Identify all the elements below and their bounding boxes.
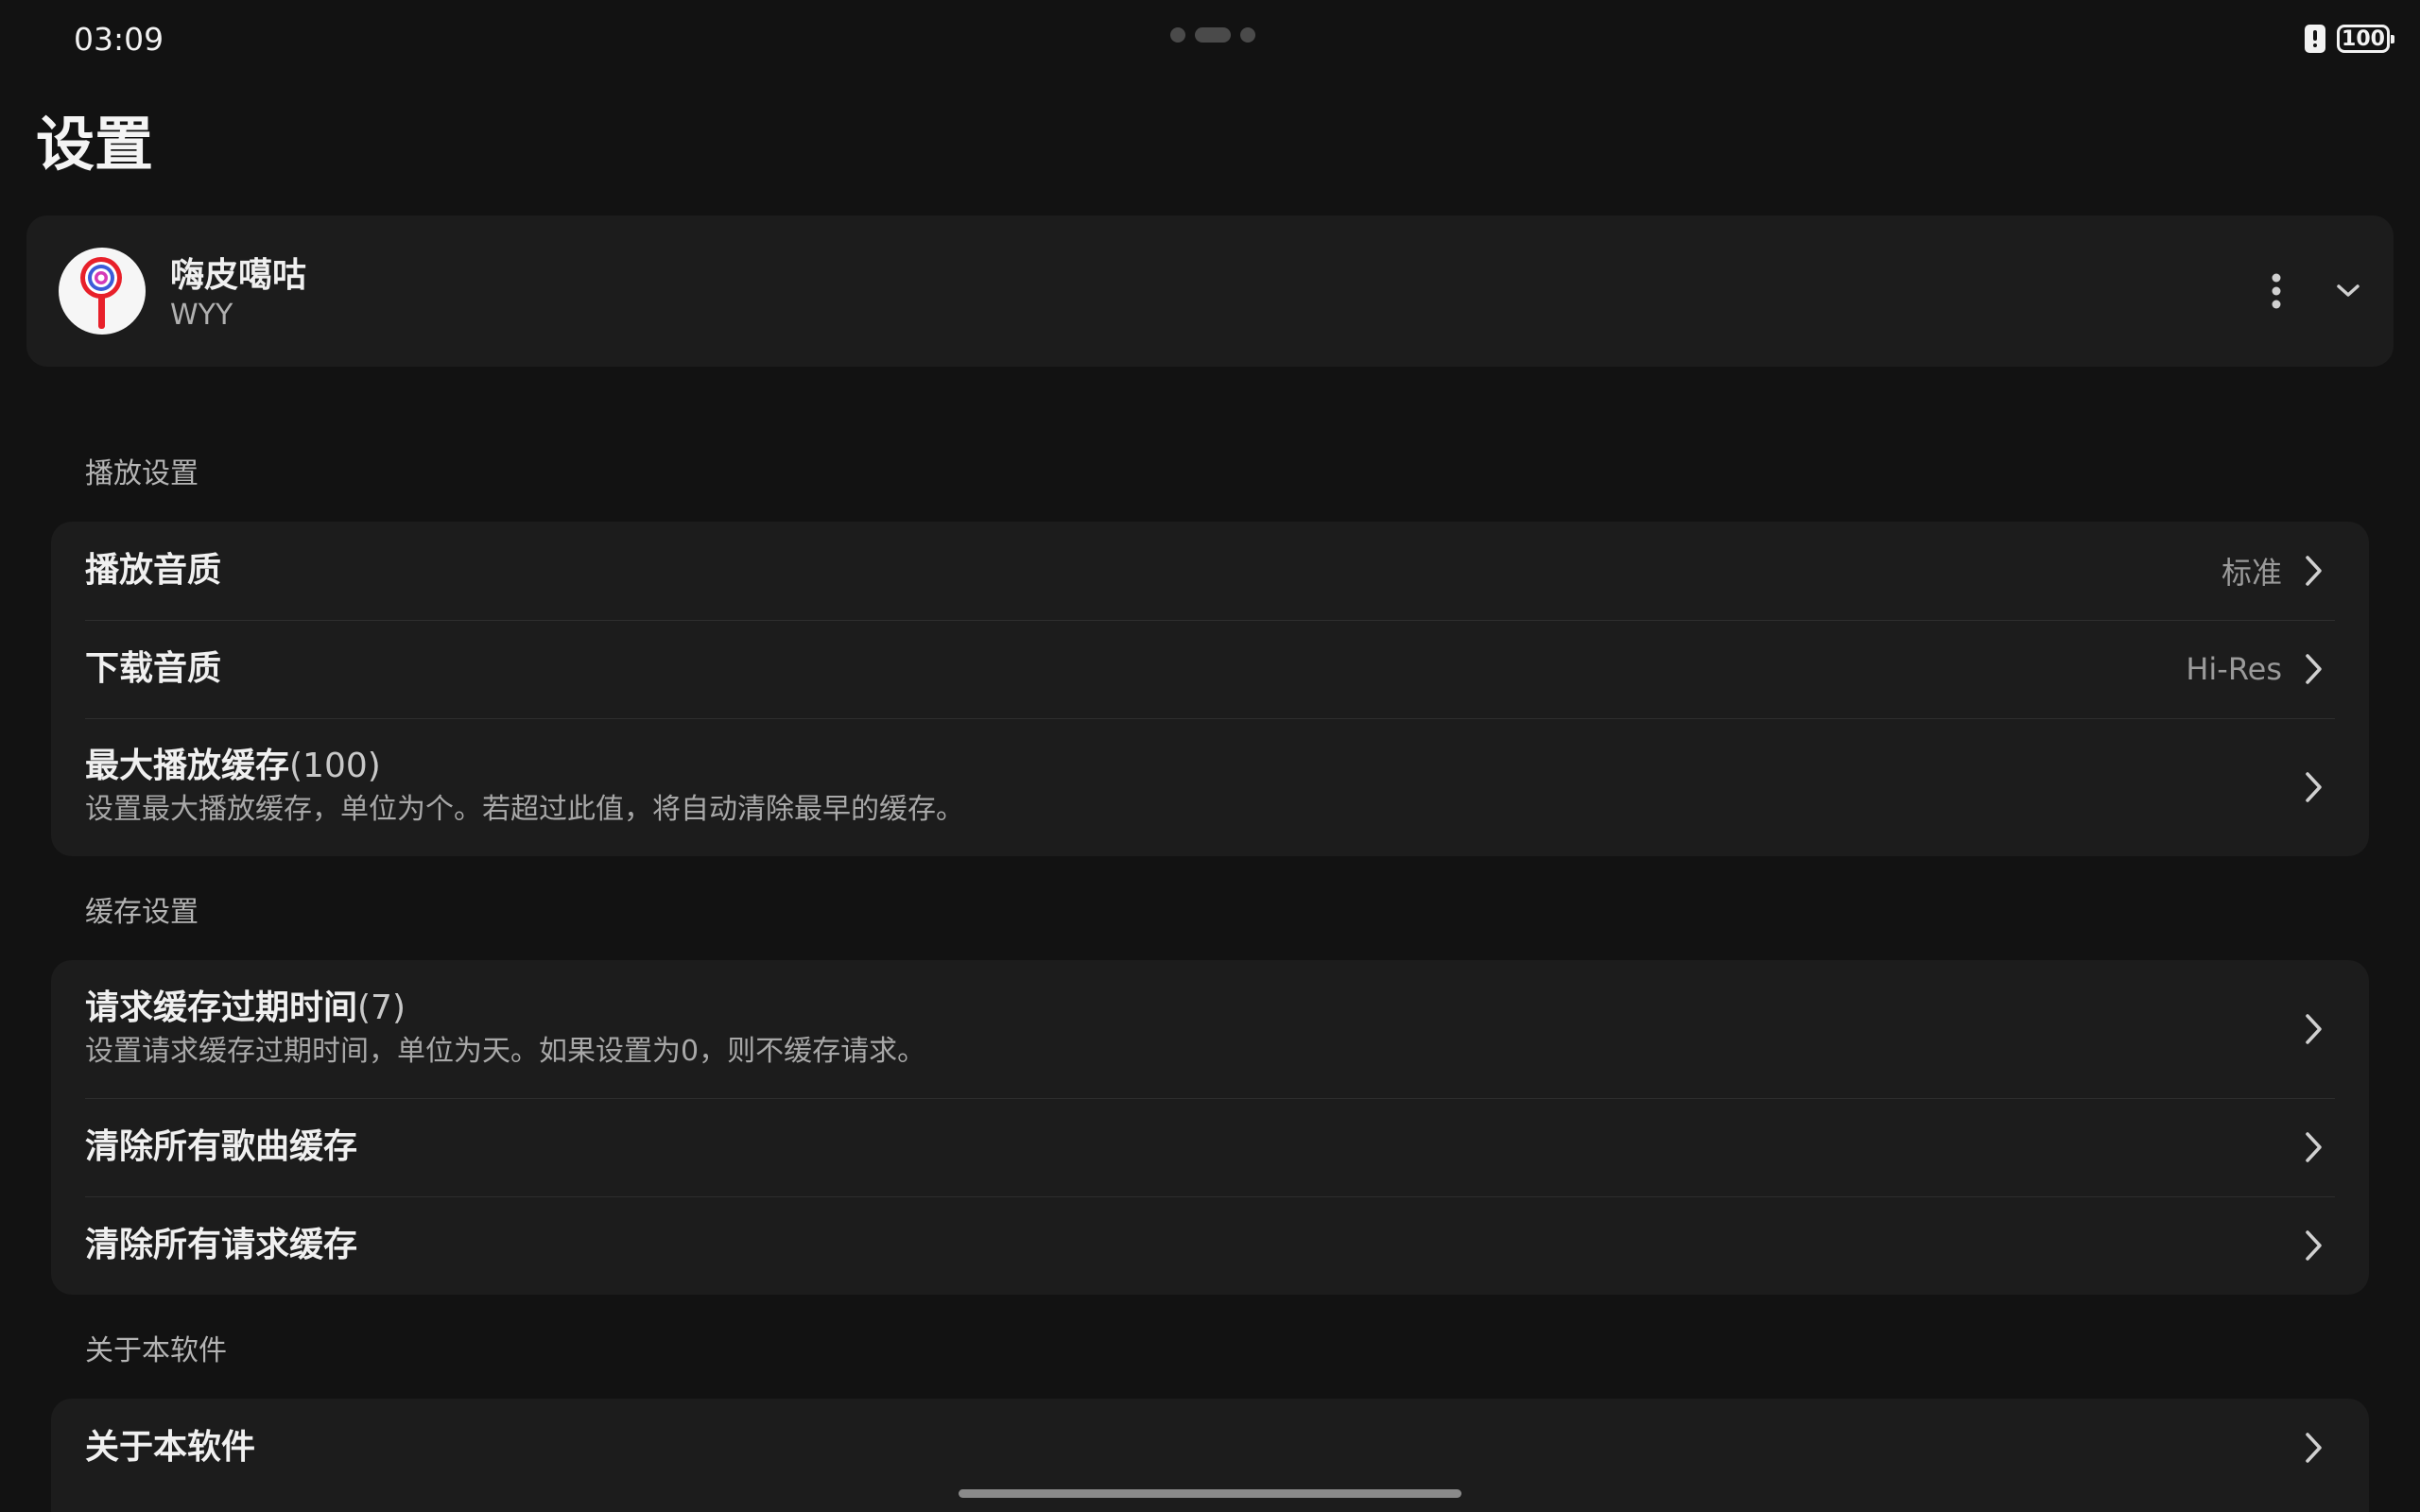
- home-indicator[interactable]: [959, 1489, 1461, 1498]
- setting-max-play-cache[interactable]: 最大播放缓存(100) 设置最大播放缓存，单位为个。若超过此值，将自动清除最早的…: [51, 718, 2369, 856]
- battery-level: 100: [2342, 26, 2385, 51]
- section-label-playback: 播放设置: [85, 457, 199, 490]
- setting-description: 设置最大播放缓存，单位为个。若超过此值，将自动清除最早的缓存。: [85, 793, 964, 826]
- settings-screen: 03:09 100 设置 嗨皮噶咕 WYY 播放设置 播放音质 标准 下载音质 …: [0, 0, 2420, 1512]
- avatar[interactable]: [59, 248, 146, 335]
- alert-icon: [2305, 25, 2325, 53]
- setting-title: 播放音质: [85, 551, 222, 590]
- cache-settings-group: 请求缓存过期时间(7) 设置请求缓存过期时间，单位为天。如果设置为0，则不缓存请…: [51, 960, 2369, 1295]
- setting-playback-quality[interactable]: 播放音质 标准: [51, 522, 2369, 620]
- chevron-right-icon: [2295, 1010, 2333, 1048]
- setting-about-app[interactable]: 关于本软件: [51, 1399, 2369, 1497]
- more-options-button[interactable]: [2250, 265, 2303, 318]
- lollipop-icon: [80, 257, 122, 329]
- camera-lens: [1195, 27, 1231, 43]
- account-card[interactable]: 嗨皮噶咕 WYY: [26, 215, 2394, 367]
- battery-icon: 100: [2337, 25, 2394, 53]
- chevron-right-icon: [2295, 768, 2333, 806]
- section-label-cache: 缓存设置: [85, 896, 199, 929]
- section-label-about: 关于本软件: [85, 1334, 227, 1367]
- chevron-down-icon: [2337, 284, 2360, 297]
- chevron-right-icon: [2295, 1429, 2333, 1467]
- camera-dot-right: [1240, 27, 1255, 43]
- setting-clear-request-cache[interactable]: 清除所有请求缓存: [51, 1196, 2369, 1295]
- setting-title: 下载音质: [85, 649, 222, 688]
- setting-title: 请求缓存过期时间: [85, 988, 358, 1027]
- setting-title: 清除所有请求缓存: [85, 1226, 358, 1264]
- setting-clear-song-cache[interactable]: 清除所有歌曲缓存: [51, 1098, 2369, 1196]
- chevron-right-icon: [2295, 650, 2333, 688]
- account-id: WYY: [170, 299, 233, 332]
- camera-cutout: [1170, 26, 1255, 43]
- chevron-right-icon: [2295, 1128, 2333, 1166]
- setting-value: 标准: [2221, 555, 2282, 591]
- setting-param: (7): [357, 988, 406, 1027]
- chevron-right-icon: [2295, 1227, 2333, 1264]
- page-title: 设置: [36, 110, 154, 179]
- status-bar: 03:09 100: [0, 0, 2420, 81]
- setting-title: 清除所有歌曲缓存: [85, 1127, 358, 1166]
- setting-title: 最大播放缓存: [85, 747, 290, 785]
- expand-account-button[interactable]: [2322, 265, 2375, 318]
- setting-title: 关于本软件: [85, 1428, 256, 1467]
- account-name: 嗨皮噶咕: [170, 256, 307, 295]
- setting-description: 设置请求缓存过期时间，单位为天。如果设置为0，则不缓存请求。: [85, 1035, 926, 1068]
- setting-request-cache-expiry[interactable]: 请求缓存过期时间(7) 设置请求缓存过期时间，单位为天。如果设置为0，则不缓存请…: [51, 960, 2369, 1098]
- camera-dot-left: [1170, 27, 1185, 43]
- setting-param: (100): [289, 747, 381, 785]
- setting-value: Hi-Res: [2186, 651, 2282, 687]
- playback-settings-group: 播放音质 标准 下载音质 Hi-Res 最大播放缓存(100) 设置最大播放缓存…: [51, 522, 2369, 856]
- chevron-right-icon: [2295, 552, 2333, 590]
- status-time: 03:09: [74, 21, 164, 58]
- setting-download-quality[interactable]: 下载音质 Hi-Res: [51, 620, 2369, 718]
- status-icons: 100: [2305, 25, 2394, 53]
- more-vertical-icon: [2272, 273, 2281, 309]
